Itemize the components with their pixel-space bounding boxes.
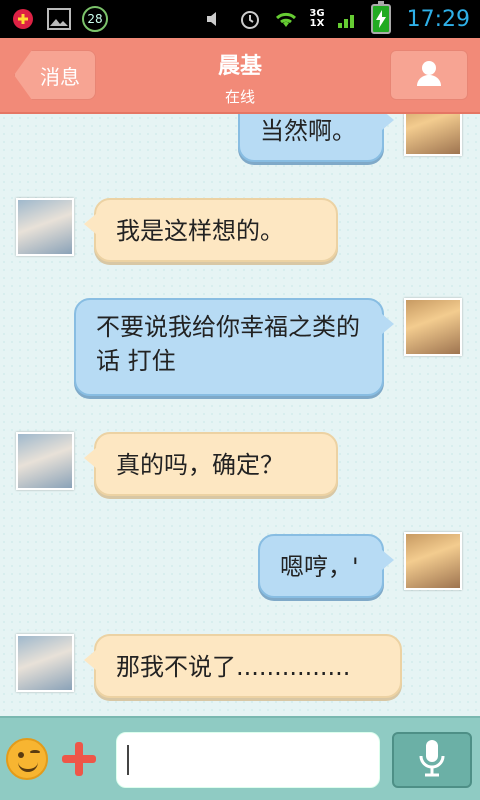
status-bar: 28 3G 1X 17:29: [0, 0, 480, 38]
app-notification-icon: [10, 7, 36, 31]
status-right: 3G 1X 17:29: [201, 1, 470, 34]
message-text: 不要说我给你幸福之类的话 打住: [96, 313, 360, 375]
text-caret: [127, 745, 129, 775]
message-text: 真的吗，确定？: [116, 451, 284, 479]
input-bar: [0, 716, 480, 800]
contact-name: 晨基: [217, 54, 262, 79]
plus-icon[interactable]: [60, 740, 98, 778]
alarm-icon: [237, 7, 263, 31]
bubble-tail: [84, 650, 96, 670]
message-bubble-contact[interactable]: 我是这样想的。: [84, 198, 338, 262]
notification-count-badge: 28: [82, 6, 108, 32]
person-icon: [414, 58, 444, 92]
emoji-eye: [18, 752, 24, 758]
message-list[interactable]: 当然啊。 我是这样想的。 不要说我给你幸福之类的话 打住 真的吗，确定？ 嗯哼，…: [0, 114, 480, 716]
bubble-tail: [382, 314, 394, 334]
battery-charging-icon: [370, 1, 391, 34]
chat-header: 消息 晨基 在线: [0, 38, 480, 114]
message-text: 那我不说了...............: [116, 653, 351, 681]
message-text: 我是这样想的。: [116, 217, 284, 245]
bubble-tail: [382, 550, 394, 570]
contact-avatar[interactable]: [16, 198, 74, 256]
image-notification-icon: [46, 7, 72, 31]
message-text: 当然啊。: [260, 117, 356, 145]
emoji-icon[interactable]: [6, 738, 48, 780]
bubble-tail: [382, 114, 394, 130]
message-input[interactable]: [116, 732, 380, 788]
my-avatar[interactable]: [404, 532, 462, 590]
back-button[interactable]: 消息: [14, 50, 96, 100]
message-bubble-contact[interactable]: 真的吗，确定？: [84, 432, 338, 496]
network-type: 3G 1X: [309, 9, 324, 29]
status-left: 28: [10, 6, 108, 32]
contact-avatar[interactable]: [16, 432, 74, 490]
voice-input-button[interactable]: [392, 732, 472, 788]
contact-status: 在线: [224, 88, 255, 106]
my-avatar[interactable]: [404, 298, 462, 356]
message-bubble-mine[interactable]: 嗯哼，': [258, 534, 394, 598]
contact-title: 晨基 在线: [140, 48, 340, 107]
message-bubble-mine[interactable]: 当然啊。: [238, 114, 394, 162]
message-text: 嗯哼，': [280, 553, 359, 581]
clock-time: 17:29: [406, 6, 470, 32]
emoji-wink: [30, 750, 40, 754]
emoji-mouth: [18, 762, 38, 772]
contact-avatar[interactable]: [16, 634, 74, 692]
network-bottom-label: 1X: [309, 18, 325, 29]
microphone-icon: [416, 738, 448, 782]
back-button-label: 消息: [40, 64, 80, 89]
message-bubble-mine[interactable]: 不要说我给你幸福之类的话 打住: [74, 298, 394, 396]
bubble-tail: [84, 214, 96, 234]
contact-profile-button[interactable]: [390, 50, 468, 100]
volume-icon: [201, 7, 227, 31]
bubble-tail: [84, 448, 96, 468]
my-avatar[interactable]: [404, 114, 462, 156]
message-bubble-contact[interactable]: 那我不说了...............: [84, 634, 402, 698]
signal-icon: [335, 7, 361, 31]
wifi-icon: [273, 7, 299, 31]
